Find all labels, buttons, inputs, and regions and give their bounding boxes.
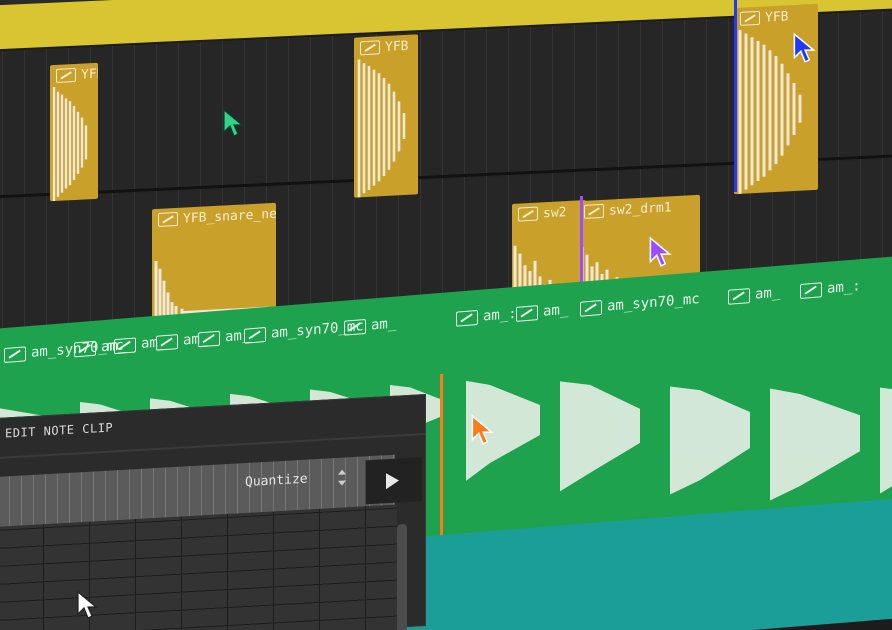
piano-roll-grid[interactable] xyxy=(0,504,397,630)
clip-label: am_syn70_mc xyxy=(607,291,700,315)
clip-label: YFB xyxy=(385,38,409,55)
clip-icon xyxy=(4,345,26,363)
waveform xyxy=(357,59,406,198)
edit-note-clip-panel: EDIT NOTE CLIP Quantize xyxy=(0,393,426,630)
clip-icon xyxy=(244,326,266,344)
ruler-header xyxy=(0,0,892,6)
panel-title: EDIT NOTE CLIP xyxy=(5,420,114,441)
clip-icon xyxy=(456,309,478,327)
scrollbar[interactable] xyxy=(397,524,407,630)
mouse-cursor-icon xyxy=(77,590,98,619)
clip-icon xyxy=(584,203,604,219)
daw-arrangement-view: 2 YFB YFB YFB YFB_snare_new_ sw2 xyxy=(0,0,892,630)
waveform xyxy=(52,86,88,202)
clip-icon xyxy=(728,287,750,305)
audio-clip[interactable]: YFB xyxy=(50,62,98,202)
clip-label: YFB xyxy=(81,65,98,83)
collaborator-cursor-green-icon xyxy=(223,108,244,137)
clip-icon xyxy=(360,40,380,56)
clip-icon xyxy=(114,336,136,354)
collaborator-cursor-purple-icon xyxy=(649,236,672,267)
collaborator-cursor-blue-icon xyxy=(793,32,816,63)
clip-label: am_: xyxy=(827,278,861,297)
playhead-blue xyxy=(734,0,737,192)
collaborator-cursor-orange-icon xyxy=(471,414,494,445)
clip-icon xyxy=(158,211,178,227)
clip-label: sw2 xyxy=(543,204,567,221)
quantize-stepper-icon[interactable] xyxy=(335,467,349,490)
play-button[interactable] xyxy=(365,457,422,505)
clip-icon xyxy=(198,330,220,347)
playhead-orange xyxy=(440,373,443,545)
clip-icon xyxy=(516,304,538,322)
clip-label: YFB_snare_new_ xyxy=(183,205,276,227)
clip-header: YFB xyxy=(50,63,98,88)
clip-icon xyxy=(156,333,178,351)
clip-label: am_ xyxy=(371,315,397,334)
clip-icon xyxy=(740,10,760,26)
clip-label: YFB xyxy=(765,8,789,26)
clip-icon xyxy=(800,281,822,299)
clip-label: am_ xyxy=(755,284,781,303)
clip-icon xyxy=(56,67,76,83)
clip-label: am_: xyxy=(483,305,517,325)
clip-label: sw2_drm1 xyxy=(609,199,672,219)
audio-clip[interactable]: YFB xyxy=(354,34,418,198)
clip-icon xyxy=(344,318,366,336)
clip-icon xyxy=(580,299,602,317)
clip-icon xyxy=(518,206,538,222)
clip-icon xyxy=(74,340,96,357)
clip-label: am_ xyxy=(543,301,569,320)
